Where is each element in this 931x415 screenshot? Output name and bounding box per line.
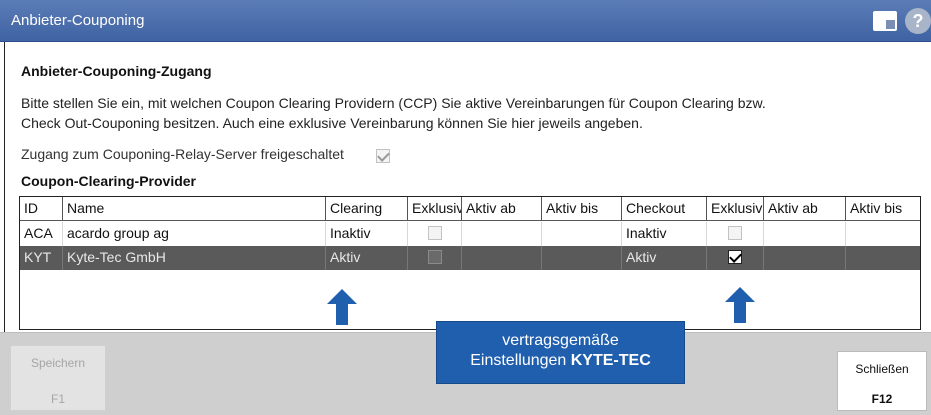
cell-checkout-aktiv-bis[interactable]: [846, 246, 920, 270]
cell-id: KYT: [20, 246, 63, 270]
annotation-callout: vertragsgemäße Einstellungen KYTE-TEC: [436, 321, 685, 384]
clearing-exklusiv-checkbox[interactable]: [427, 249, 442, 264]
description-line: Check Out-Couponing besitzen. Auch eine …: [21, 115, 643, 131]
callout-line1: vertragsgemäße: [502, 332, 619, 349]
cell-checkout-exklusiv: [707, 222, 764, 246]
column-header-name[interactable]: Name: [63, 197, 326, 221]
window-title: Anbieter-Couponing: [11, 12, 145, 29]
cell-clearing-aktiv-ab[interactable]: [462, 246, 542, 270]
column-header-clearing-exklusiv[interactable]: Exklusiv: [408, 197, 462, 221]
callout-line2-prefix: Einstellungen: [470, 352, 571, 369]
save-label: Speichern: [30, 356, 86, 370]
cell-clearing-aktiv-bis[interactable]: [542, 222, 622, 246]
cell-checkout-aktiv-ab[interactable]: [764, 246, 846, 270]
cell-checkout-exklusiv: [707, 246, 764, 270]
provider-section-heading: Coupon-Clearing-Provider: [21, 173, 197, 189]
callout-line2: Einstellungen KYTE-TEC: [437, 351, 684, 371]
column-header-checkout[interactable]: Checkout: [622, 197, 707, 221]
column-header-clearing-aktiv-ab[interactable]: Aktiv ab: [462, 197, 542, 221]
column-header-checkout-exklusiv[interactable]: Exklusiv: [707, 197, 764, 221]
column-header-checkout-aktiv-ab[interactable]: Aktiv ab: [764, 197, 846, 221]
cell-name: Kyte-Tec GmbH: [63, 246, 326, 270]
page-heading: Anbieter-Couponing-Zugang: [21, 63, 212, 79]
cell-clearing-exklusiv: [408, 222, 462, 246]
cell-clearing[interactable]: Aktiv: [326, 246, 408, 270]
cell-checkout[interactable]: Inaktiv: [622, 222, 707, 246]
description-line: Bitte stellen Sie ein, mit welchen Coupo…: [21, 95, 766, 111]
cell-name: acardo group ag: [63, 222, 326, 246]
arrow-up-icon: [725, 287, 755, 323]
cell-checkout-aktiv-ab[interactable]: [764, 222, 846, 246]
table-row[interactable]: ACA acardo group ag Inaktiv Inaktiv: [20, 222, 920, 246]
relay-checkbox[interactable]: [376, 149, 390, 163]
column-header-checkout-aktiv-bis[interactable]: Aktiv bis: [846, 197, 920, 221]
cell-clearing-exklusiv: [408, 246, 462, 270]
close-label: Schließen: [855, 362, 909, 376]
title-bar: Anbieter-Couponing ?: [0, 0, 931, 42]
cell-clearing[interactable]: Inaktiv: [326, 222, 408, 246]
close-key: F12: [871, 392, 893, 406]
relay-label: Zugang zum Couponing-Relay-Server freige…: [21, 146, 344, 162]
callout-line2-bold: KYTE-TEC: [570, 352, 651, 369]
column-header-id[interactable]: ID: [20, 197, 63, 221]
checkout-exklusiv-checkbox[interactable]: [728, 249, 742, 264]
note-icon[interactable]: [873, 11, 897, 31]
save-button[interactable]: Speichern F1: [10, 345, 106, 411]
cell-checkout[interactable]: Aktiv: [622, 246, 707, 270]
cell-id: ACA: [20, 222, 63, 246]
save-key: F1: [50, 392, 65, 406]
provider-table: ID Name Clearing Exklusiv Aktiv ab Aktiv…: [19, 196, 921, 330]
column-header-clearing[interactable]: Clearing: [326, 197, 408, 221]
arrow-up-icon: [327, 289, 357, 325]
description: Bitte stellen Sie ein, mit welchen Coupo…: [21, 93, 901, 133]
column-header-clearing-aktiv-bis[interactable]: Aktiv bis: [542, 197, 622, 221]
cell-clearing-aktiv-ab[interactable]: [462, 222, 542, 246]
cell-checkout-aktiv-bis[interactable]: [846, 222, 920, 246]
help-icon[interactable]: ?: [905, 8, 931, 34]
cell-clearing-aktiv-bis[interactable]: [542, 246, 622, 270]
table-row-selected[interactable]: KYT Kyte-Tec GmbH Aktiv Aktiv: [20, 246, 920, 270]
checkout-exklusiv-checkbox[interactable]: [728, 225, 742, 240]
close-button[interactable]: Schließen F12: [837, 351, 927, 411]
table-header: ID Name Clearing Exklusiv Aktiv ab Aktiv…: [20, 197, 920, 221]
clearing-exklusiv-checkbox[interactable]: [427, 225, 442, 240]
relay-option: Zugang zum Couponing-Relay-Server freige…: [21, 146, 390, 163]
